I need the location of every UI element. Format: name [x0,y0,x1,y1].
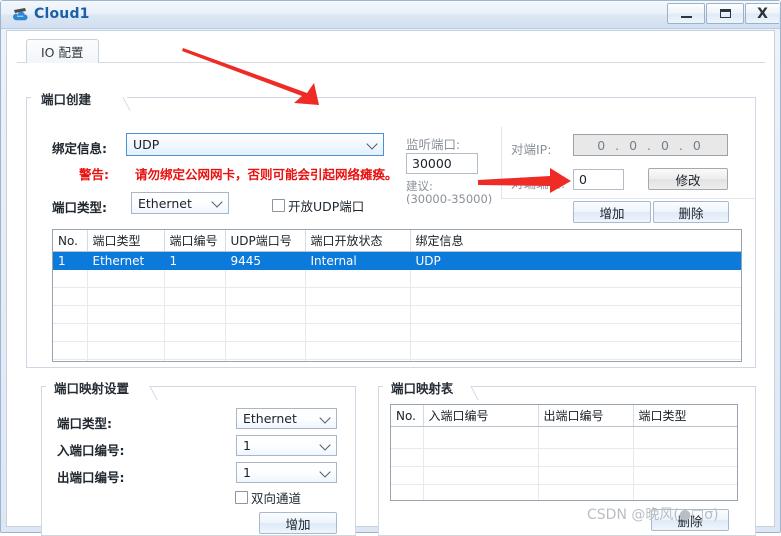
bind-info-combo[interactable]: UDP [126,133,384,156]
table-row[interactable] [391,448,737,467]
map-port-type-label: 端口类型: [57,416,112,431]
maximize-button[interactable] [706,3,744,24]
port-table-col-udp-port[interactable]: UDP端口号 [225,230,306,252]
cell-no: 1 [53,251,88,270]
map-add-button[interactable]: 增加 [259,512,337,534]
listen-port-input[interactable]: 30000 [406,153,478,174]
port-table[interactable]: No. 端口类型 端口编号 UDP端口号 端口开放状态 绑定信息 1 Ether… [52,229,742,362]
checkbox-box [272,199,285,212]
warning-label: 警告: [79,167,109,182]
map-in-port-value: 1 [243,438,251,453]
title-bar: Cloud1 X [1,1,780,29]
peer-ip-value: 0 . 0 . 0 . 0 [597,137,704,153]
chevron-down-icon [366,137,378,150]
modify-button[interactable]: 修改 [648,168,728,190]
checkbox-box [235,491,248,504]
bind-info-label: 绑定信息: [52,141,107,156]
port-map-settings-title: 端口映射设置 [50,378,134,397]
cell-udp-port: 9445 [225,251,306,270]
map-table-header-row: No. 入端口编号 出端口编号 端口类型 [391,405,737,427]
port-table-col-no[interactable]: No. [53,230,88,252]
listen-port-value: 30000 [412,156,452,171]
add-button-label: 增加 [599,205,625,221]
map-in-port-combo[interactable]: 1 [236,435,337,456]
bidirectional-checkbox-label: 双向通道 [251,491,302,506]
suggest-label-line2: (30000-35000) [406,192,493,206]
map-table-col-out-port[interactable]: 出端口编号 [538,405,634,427]
map-table-col-no[interactable]: No. [391,405,424,427]
delete-button-label: 删除 [678,205,704,221]
delete-button[interactable]: 删除 [653,201,729,223]
table-row[interactable]: 1 Ethernet 1 9445 Internal UDP [53,251,741,270]
add-button[interactable]: 增加 [573,201,651,223]
chevron-down-icon [319,438,331,451]
peer-port-value: 0 [579,172,587,187]
minimize-button[interactable] [667,3,705,24]
cell-open-state: Internal [305,251,411,270]
chevron-down-icon [319,411,331,424]
cloud-icon [10,5,30,25]
modify-button-label: 修改 [675,172,701,188]
table-row[interactable] [391,466,737,485]
chevron-down-icon [211,196,223,208]
table-row[interactable] [53,305,741,324]
close-icon: X [757,5,768,22]
port-type-label: 端口类型: [52,200,107,215]
client-area: IO 配置 端口创建 绑定信息: UDP 警告: 请勿绑定公网网卡，否则可能会引… [6,30,775,536]
bind-info-value: UDP [133,137,160,152]
chevron-down-icon [319,465,331,478]
map-in-port-label: 入端口编号: [57,443,125,458]
port-map-table-title: 端口映射表 [387,378,458,397]
maximize-icon [719,9,731,18]
table-row[interactable] [391,426,737,449]
watermark: CSDN @晚风(●□σ) [587,507,719,523]
table-row[interactable] [53,323,741,342]
cell-port-type: Ethernet [87,251,165,270]
map-out-port-value: 1 [243,465,251,480]
port-table-col-port-type[interactable]: 端口类型 [87,230,165,252]
map-port-type-value: Ethernet [243,411,297,426]
peer-port-input[interactable]: 0 [573,169,624,190]
bidirectional-checkbox[interactable]: 双向通道 [235,488,301,507]
peer-ip-label: 对端IP: [511,142,552,157]
map-add-button-label: 增加 [285,516,311,532]
table-row[interactable] [53,359,741,361]
map-table[interactable]: No. 入端口编号 出端口编号 端口类型 [390,404,738,501]
port-type-value: Ethernet [138,195,192,211]
table-row[interactable] [53,341,741,360]
tab-strip: IO 配置 [17,39,765,63]
open-udp-checkbox-label: 开放UDP端口 [288,199,365,214]
map-table-col-port-type[interactable]: 端口类型 [633,405,737,427]
group-title-tail [101,97,131,111]
port-table-col-port-number[interactable]: 端口编号 [164,230,226,252]
port-table-header-row: No. 端口类型 端口编号 UDP端口号 端口开放状态 绑定信息 [53,230,741,252]
peer-ip-input: 0 . 0 . 0 . 0 [573,134,728,156]
port-table-col-open-state[interactable]: 端口开放状态 [305,230,411,252]
table-row[interactable] [391,484,737,500]
table-row[interactable] [53,287,741,306]
window-title: Cloud1 [34,6,90,22]
cell-bind-info: UDP [410,251,741,270]
port-table-col-bind-info[interactable]: 绑定信息 [410,230,741,252]
minimize-icon [680,15,692,18]
map-port-type-combo[interactable]: Ethernet [236,408,337,429]
tab-io-config[interactable]: IO 配置 [26,39,99,63]
tab-underline [17,62,765,63]
listen-port-label: 监听端口: [406,137,461,152]
table-row[interactable] [53,269,741,288]
group-title-tail [128,386,158,400]
application-window: Cloud1 X IO 配置 端口创建 绑定信息: UDP 警告: 请勿绑定公网… [0,0,781,536]
peer-port-label: 对端端口: [511,176,566,191]
map-table-col-in-port[interactable]: 入端口编号 [423,405,539,427]
port-create-group-title: 端口创建 [37,89,96,108]
cell-port-number: 1 [164,251,226,270]
map-out-port-combo[interactable]: 1 [236,462,337,483]
close-button[interactable]: X [745,3,779,24]
warning-text: 请勿绑定公网网卡，否则可能会引起网络瘫痪。 [135,167,398,182]
group-title-tail [449,386,479,400]
tab-io-config-label: IO 配置 [41,45,84,60]
map-out-port-label: 出端口编号: [57,470,125,485]
port-type-combo[interactable]: Ethernet [131,192,229,214]
open-udp-checkbox[interactable]: 开放UDP端口 [272,196,364,215]
